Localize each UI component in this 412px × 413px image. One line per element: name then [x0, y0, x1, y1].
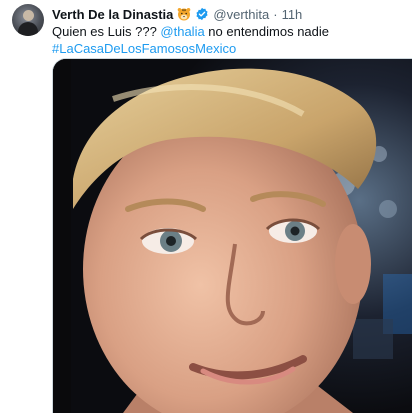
user-handle[interactable]: @verthita: [213, 7, 269, 22]
user-avatar[interactable]: [12, 4, 44, 36]
separator-dot: ·: [273, 6, 278, 22]
avatar-head: [23, 10, 34, 21]
display-name[interactable]: Verth De la Dinastia: [52, 7, 173, 22]
verified-badge-icon: [195, 7, 209, 21]
tweet-text-suffix: no entendimos nadie: [204, 24, 329, 39]
blinking-man-illustration: [53, 59, 412, 413]
tweet-text-prefix: Quien es Luis ???: [52, 24, 161, 39]
media-image[interactable]: [52, 58, 412, 413]
tweet-header: Verth De la Dinastia @verthita · 11h: [52, 5, 302, 23]
tweet[interactable]: Verth De la Dinastia @verthita · 11h Qui…: [0, 0, 412, 413]
hashtag-link[interactable]: #LaCasaDeLosFamososMexico: [52, 41, 236, 56]
tiger-face-icon: [177, 7, 191, 21]
mention-link[interactable]: @thalia: [160, 24, 204, 39]
timestamp[interactable]: 11h: [282, 7, 303, 22]
avatar-body: [18, 22, 38, 36]
tweet-text: Quien es Luis ??? @thalia no entendimos …: [52, 23, 402, 57]
